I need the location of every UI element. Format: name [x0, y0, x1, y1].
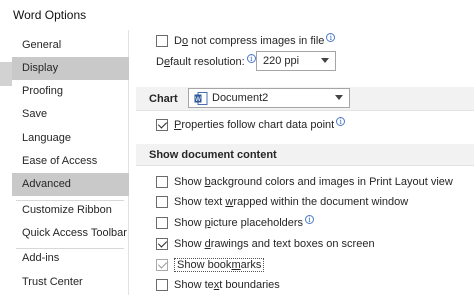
- default-resolution-row: Default resolution: i: [156, 53, 256, 70]
- show-drawings-option[interactable]: Show drawings and text boxes on screen: [156, 235, 375, 252]
- properties-follow-chart-option[interactable]: Properties follow chart data point i: [156, 116, 346, 133]
- show-text-boundaries-checkbox[interactable]: [156, 278, 168, 291]
- show-drawings-label: Show drawings and text boxes on screen: [174, 237, 375, 250]
- chart-document-select[interactable]: W Document2: [188, 88, 350, 108]
- info-icon[interactable]: i: [326, 33, 336, 42]
- show-picture-placeholders-label: Show picture placeholders: [174, 216, 304, 229]
- info-icon[interactable]: i: [336, 117, 346, 126]
- chevron-down-icon: [335, 95, 343, 100]
- sidebar-item-label: Save: [22, 108, 48, 120]
- info-icon[interactable]: i: [246, 54, 256, 63]
- show-text-wrapped-label: Show text wrapped within the document wi…: [174, 195, 409, 208]
- sidebar-item-label: Ease of Access: [22, 155, 98, 167]
- default-resolution-label: Default resolution:: [156, 55, 245, 68]
- show-background-colors-label: Show background colors and images in Pri…: [174, 175, 453, 188]
- chart-section-label: Chart: [149, 93, 178, 105]
- sidebar-item-add-ins[interactable]: Add-ins: [12, 247, 129, 270]
- title-bar: Word Options: [0, 0, 474, 30]
- show-document-content-label: Show document content: [149, 149, 277, 161]
- show-bookmarks-checkbox[interactable]: [156, 258, 168, 271]
- sidebar-item-proofing[interactable]: Proofing: [12, 80, 129, 103]
- chart-document-value: Document2: [212, 92, 269, 104]
- sidebar-item-trust-center[interactable]: Trust Center: [12, 271, 129, 294]
- properties-follow-chart-label: Properties follow chart data point: [174, 118, 335, 131]
- sidebar-item-label: Add-ins: [22, 252, 60, 264]
- show-text-wrapped-option[interactable]: Show text wrapped within the document wi…: [156, 193, 408, 210]
- svg-text:W: W: [195, 96, 201, 103]
- show-text-wrapped-checkbox[interactable]: [156, 195, 168, 208]
- sidebar-item-label: Customize Ribbon: [22, 204, 112, 216]
- show-background-colors-checkbox[interactable]: [156, 175, 168, 188]
- sidebar-item-label: Trust Center: [22, 276, 83, 288]
- sidebar-item-label: General: [22, 39, 62, 51]
- sidebar-item-general[interactable]: General: [12, 34, 129, 57]
- show-document-content-header: Show document content: [136, 144, 474, 166]
- show-bookmarks-option[interactable]: Show bookmarks: [156, 256, 265, 273]
- default-resolution-value: 220 ppi: [263, 55, 300, 67]
- show-bookmarks-label: Show bookmarks: [174, 257, 265, 272]
- show-background-colors-option[interactable]: Show background colors and images in Pri…: [156, 173, 453, 190]
- sidebar-item-customize-ribbon[interactable]: Customize Ribbon: [12, 199, 129, 222]
- options-content-pane: Do not compress images in file i Default…: [136, 30, 474, 295]
- options-sidebar: General Display Proofing Save Language E…: [12, 30, 129, 295]
- sidebar-item-quick-access-toolbar[interactable]: Quick Access Toolbar: [12, 222, 129, 245]
- no-compress-images-label: Do not compress images in file: [174, 34, 325, 47]
- no-compress-images-option[interactable]: Do not compress images in file i: [156, 32, 336, 49]
- show-picture-placeholders-option[interactable]: Show picture placeholders i: [156, 214, 315, 231]
- sidebar-item-label: Language: [22, 132, 71, 144]
- chevron-down-icon: [321, 58, 329, 63]
- sidebar-item-ease-of-access[interactable]: Ease of Access: [12, 150, 129, 173]
- sidebar-item-label: Proofing: [22, 85, 63, 97]
- sidebar-item-advanced[interactable]: Advanced: [12, 173, 129, 196]
- show-text-boundaries-label: Show text boundaries: [174, 278, 280, 291]
- window-title: Word Options: [13, 8, 87, 22]
- show-text-boundaries-option[interactable]: Show text boundaries: [156, 276, 280, 293]
- sidebar-item-display[interactable]: Display: [12, 57, 129, 80]
- sidebar-item-label: Display: [22, 62, 59, 74]
- background-window-strip: [0, 62, 12, 86]
- no-compress-images-checkbox[interactable]: [156, 34, 168, 47]
- sidebar-item-label: Quick Access Toolbar: [22, 227, 127, 239]
- word-document-icon: W: [194, 92, 208, 105]
- default-resolution-select[interactable]: 220 ppi: [256, 51, 336, 71]
- show-picture-placeholders-checkbox[interactable]: [156, 216, 168, 229]
- sidebar-item-save[interactable]: Save: [12, 103, 129, 126]
- sidebar-item-language[interactable]: Language: [12, 127, 129, 150]
- info-icon[interactable]: i: [305, 215, 315, 224]
- sidebar-item-label: Advanced: [22, 178, 71, 190]
- properties-follow-chart-checkbox[interactable]: [156, 118, 168, 131]
- show-drawings-checkbox[interactable]: [156, 237, 168, 250]
